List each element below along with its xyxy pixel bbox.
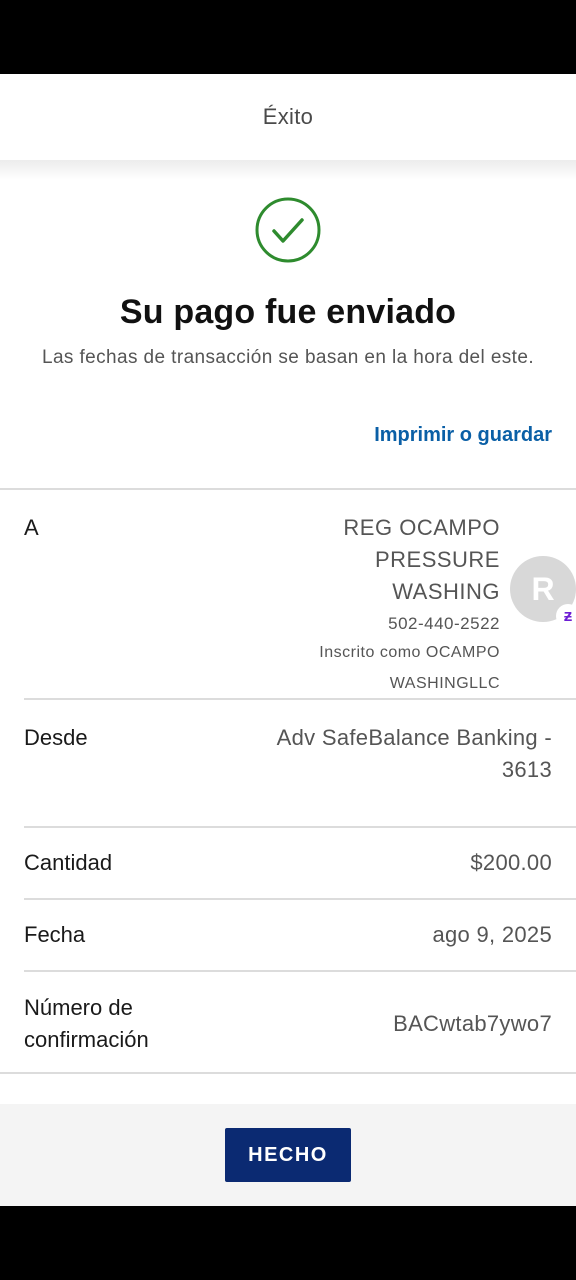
recipient-info: REG OCAMPO PRESSURE WASHING 502-440-2522… <box>319 512 500 696</box>
app-screen: Éxito Su pago fue enviado Las fechas de … <box>0 74 576 1206</box>
recipient-name-line2: PRESSURE <box>374 547 500 572</box>
footer: HECHO <box>0 1104 576 1206</box>
date-value: ago 9, 2025 <box>432 922 552 947</box>
recipient-name-line1: REG OCAMPO <box>343 515 500 540</box>
from-value: Adv SafeBalance Banking - 3613 <box>277 722 552 826</box>
status-bar <box>0 0 576 74</box>
amount-value: $200.00 <box>470 850 552 875</box>
header-shadow <box>0 160 576 180</box>
from-label: Desde <box>24 725 88 750</box>
from-account-line1: Adv SafeBalance Banking - <box>276 725 552 750</box>
date-row: Fecha ago 9, 2025 <box>0 900 576 970</box>
from-account-line2: 3613 <box>501 757 552 782</box>
avatar: R ƶ <box>510 556 576 628</box>
recipient-phone: 502-440-2522 <box>388 614 500 633</box>
divider <box>0 1072 576 1074</box>
confirmation-label: Número de confirmación <box>24 992 149 1072</box>
date-label: Fecha <box>24 922 86 947</box>
success-subtitle: Las fechas de transacción se basan en la… <box>41 347 535 368</box>
app-header: Éxito <box>0 74 576 160</box>
confirmation-label-line1: Número de <box>24 995 133 1020</box>
avatar-letter: R <box>531 570 555 607</box>
recipient-name-line3: WASHING <box>392 579 500 604</box>
page-title: Éxito <box>262 104 314 129</box>
from-row: Desde Adv SafeBalance Banking - 3613 <box>0 700 576 826</box>
success-title: Su pago fue enviado <box>119 293 457 331</box>
done-button[interactable]: HECHO <box>225 1128 351 1182</box>
recipient-enrolled-line1: Inscrito como OCAMPO <box>319 644 500 661</box>
print-row: Imprimir o guardar <box>0 372 576 470</box>
amount-row: Cantidad $200.00 <box>0 828 576 898</box>
confirmation-label-line2: confirmación <box>24 1027 149 1052</box>
print-or-save-link[interactable]: Imprimir o guardar <box>374 424 552 446</box>
navigation-bar <box>0 1206 576 1280</box>
recipient-block: REG OCAMPO PRESSURE WASHING 502-440-2522… <box>319 512 576 698</box>
recipient-label: A <box>24 515 39 540</box>
recipient-row: A REG OCAMPO PRESSURE WASHING 502-440-25… <box>0 490 576 698</box>
confirmation-value: BACwtab7ywo7 <box>393 1011 552 1036</box>
amount-label: Cantidad <box>24 850 113 875</box>
confirmation-row: Número de confirmación BACwtab7ywo7 <box>0 972 576 1072</box>
success-section: Su pago fue enviado Las fechas de transa… <box>0 180 576 372</box>
zelle-icon: ƶ <box>556 604 576 628</box>
recipient-enrolled-line2: WASHINGLLC <box>389 675 500 692</box>
check-circle-icon <box>254 196 322 264</box>
